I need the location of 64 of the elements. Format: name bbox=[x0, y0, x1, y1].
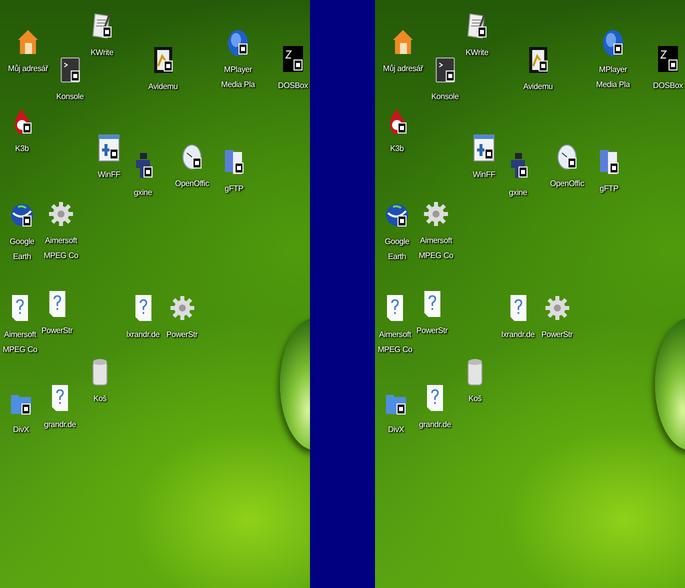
desktop-shortcut[interactable]: lxrandr.de bbox=[501, 294, 535, 342]
desktop-shortcut[interactable]: MPlayer Media Pla bbox=[217, 29, 259, 92]
globe-icon bbox=[10, 201, 34, 229]
desktop-shortcut[interactable]: K3b bbox=[10, 108, 34, 156]
disc-icon bbox=[601, 29, 625, 57]
desktop-shortcut[interactable]: Avidemu bbox=[148, 46, 178, 94]
desktop-shortcut[interactable]: Avidemu bbox=[523, 46, 553, 94]
desktop-shortcut[interactable]: Koš bbox=[463, 358, 487, 406]
gear-icon bbox=[49, 200, 73, 228]
desktop-shortcut[interactable]: WinFF bbox=[97, 134, 121, 182]
desktop-shortcut[interactable]: K3b bbox=[385, 108, 409, 156]
desktop-shortcut[interactable]: Konsole bbox=[431, 56, 459, 104]
document-icon bbox=[90, 12, 114, 40]
window-icon bbox=[472, 134, 496, 162]
desktop-shortcut[interactable]: Aimersoft MPEG Co bbox=[0, 294, 41, 357]
desktop-shortcut[interactable]: OpenOffic bbox=[174, 143, 210, 191]
desktop-shortcut[interactable]: Google Earth bbox=[1, 201, 43, 264]
desktop-shortcut[interactable]: KWrite bbox=[90, 12, 114, 60]
dos-icon bbox=[656, 45, 680, 73]
desktop-shortcut[interactable]: Můj adresář bbox=[8, 28, 48, 76]
clock-icon bbox=[180, 143, 204, 171]
desktop-shortcut[interactable]: Aimersoft MPEG Co bbox=[40, 200, 82, 263]
server-icon bbox=[597, 148, 621, 176]
desktop-shortcut[interactable]: gFTP bbox=[222, 148, 246, 196]
gear-icon bbox=[424, 200, 448, 228]
desktop-shortcut[interactable]: Google Earth bbox=[376, 201, 418, 264]
desktop-shortcut[interactable]: Koš bbox=[88, 358, 112, 406]
document-icon bbox=[465, 12, 489, 40]
desktop-shortcut[interactable]: gFTP bbox=[597, 148, 621, 196]
dos-icon bbox=[281, 45, 305, 73]
desktop-shortcut[interactable]: PowerStr bbox=[541, 294, 573, 342]
desktop-shortcut[interactable]: PowerStr bbox=[41, 290, 73, 338]
server-icon bbox=[222, 148, 246, 176]
film-icon bbox=[526, 46, 550, 74]
desktop-shortcut[interactable]: DivX bbox=[9, 389, 33, 437]
terminal-icon bbox=[58, 56, 82, 84]
desktop-shortcut[interactable]: Aimersoft MPEG Co bbox=[415, 200, 457, 263]
desktop-shortcut[interactable]: WinFF bbox=[472, 134, 496, 182]
desktop-shortcut[interactable]: Aimersoft MPEG Co bbox=[375, 294, 416, 357]
desktop-shortcut[interactable]: lxrandr.de bbox=[126, 294, 160, 342]
house-icon bbox=[391, 28, 415, 56]
film-icon bbox=[151, 46, 175, 74]
desktop-shortcut[interactable]: DOSBox bbox=[278, 45, 308, 93]
desktop-shortcut[interactable]: Můj adresář bbox=[382, 28, 424, 76]
desktop-shortcut[interactable]: PowerStr bbox=[416, 290, 448, 338]
house-icon bbox=[16, 28, 40, 56]
desktop-shortcut[interactable]: OpenOffic bbox=[550, 143, 584, 191]
clock-icon bbox=[555, 143, 579, 171]
disc-icon bbox=[226, 29, 250, 57]
gear-icon bbox=[170, 294, 194, 322]
desktop-shortcut[interactable]: Konsole bbox=[56, 56, 84, 104]
desktop-shortcut[interactable]: KWrite bbox=[465, 12, 489, 60]
window-icon bbox=[97, 134, 121, 162]
desktop-shortcut[interactable]: grandr.de bbox=[419, 384, 451, 432]
desktop-shortcut[interactable]: gxine bbox=[131, 152, 155, 200]
desktop-shortcut[interactable]: DOSBox bbox=[653, 45, 683, 93]
desktop-shortcut[interactable]: MPlayer Media Pla bbox=[592, 29, 634, 92]
desktop-shortcut[interactable]: grandr.de bbox=[44, 384, 76, 432]
globe-icon bbox=[385, 201, 409, 229]
desktop-shortcut[interactable]: gxine bbox=[506, 152, 530, 200]
desktop-shortcut[interactable]: DivX bbox=[384, 389, 408, 437]
gear-icon bbox=[545, 294, 569, 322]
desktop-shortcut[interactable]: PowerStr bbox=[166, 294, 198, 342]
terminal-icon bbox=[433, 56, 457, 84]
